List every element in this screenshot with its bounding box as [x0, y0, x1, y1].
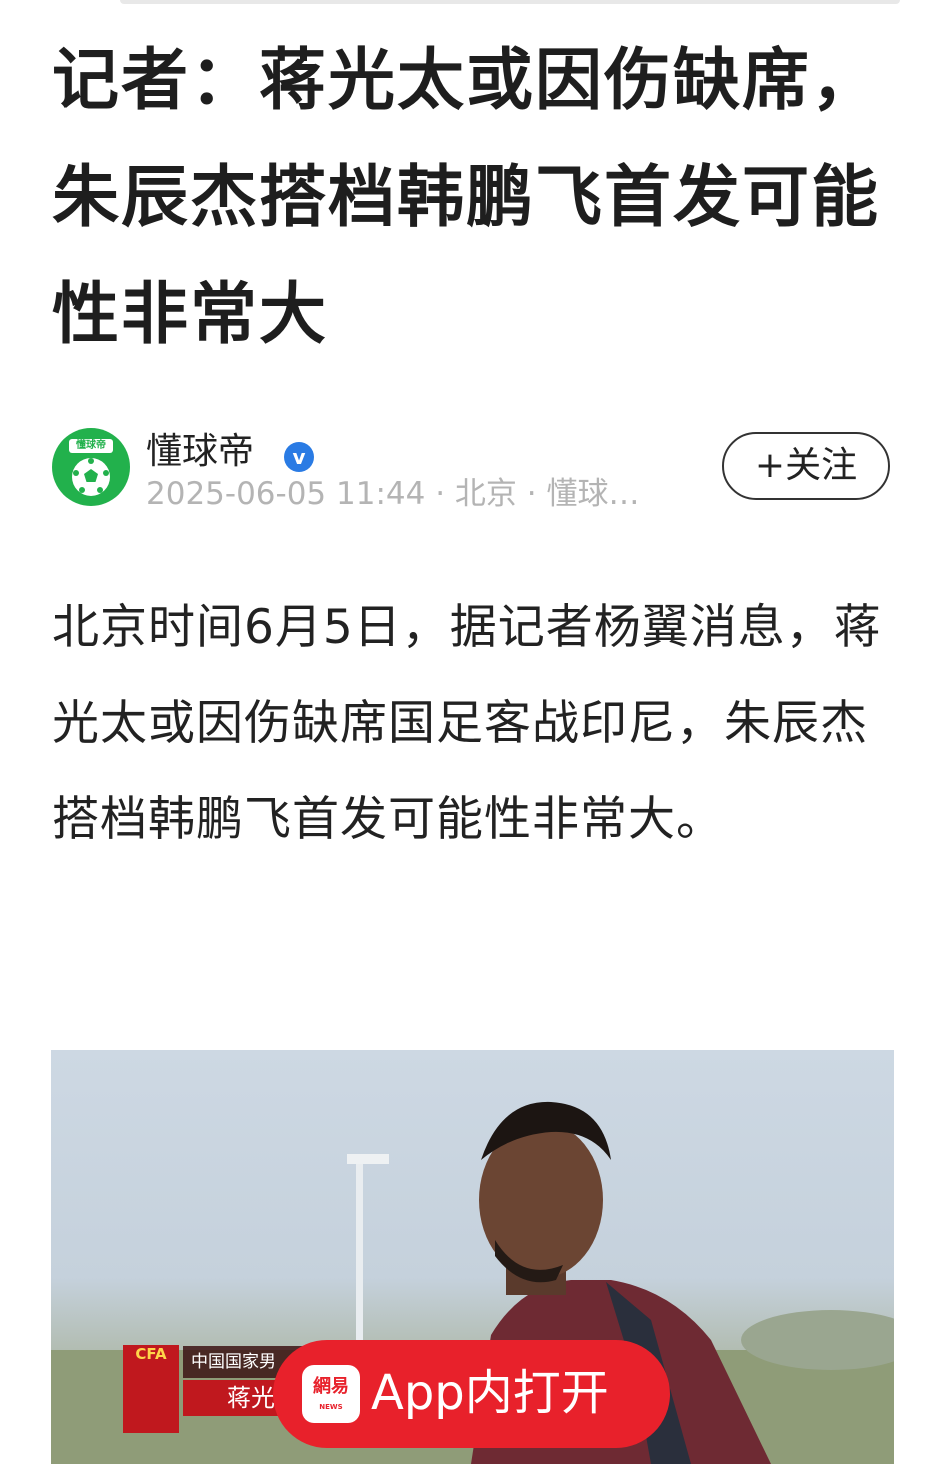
app-logo-subtext: NEWS [319, 1403, 343, 1411]
article-title: 记者：蒋光太或因伤缺席，朱辰杰搭档韩鹏飞首发可能性非常大 [52, 41, 880, 353]
post-meta: 2025-06-05 11:44 · 北京 · 懂球… [146, 476, 640, 512]
verified-icon: v [284, 442, 314, 472]
open-in-app-label: App内打开 [371, 1365, 609, 1421]
avatar-tag: 懂球帝 [69, 439, 113, 453]
open-in-app-button[interactable]: 網易 NEWS App内打开 [273, 1340, 670, 1448]
follow-button[interactable]: +关注 [722, 432, 890, 500]
author-name[interactable]: 懂球帝 [146, 430, 254, 474]
app-logo-text: 網易 [313, 1376, 349, 1397]
netease-news-icon: 網易 NEWS [302, 1365, 360, 1423]
author-avatar[interactable]: 懂球帝 [52, 428, 130, 506]
cfa-badge-text: CFA [135, 1345, 167, 1363]
article-body: 北京时间6月5日，据记者杨翼消息，蒋光太或因伤缺席国足客战印尼，朱辰杰搭档韩鹏飞… [52, 600, 882, 847]
football-icon [72, 458, 110, 496]
top-edge [120, 0, 900, 4]
author-row: 懂球帝 懂球帝 v 2025-06-05 11:44 · 北京 · 懂球… +关… [52, 428, 894, 512]
cfa-badge: CFA [123, 1345, 179, 1433]
